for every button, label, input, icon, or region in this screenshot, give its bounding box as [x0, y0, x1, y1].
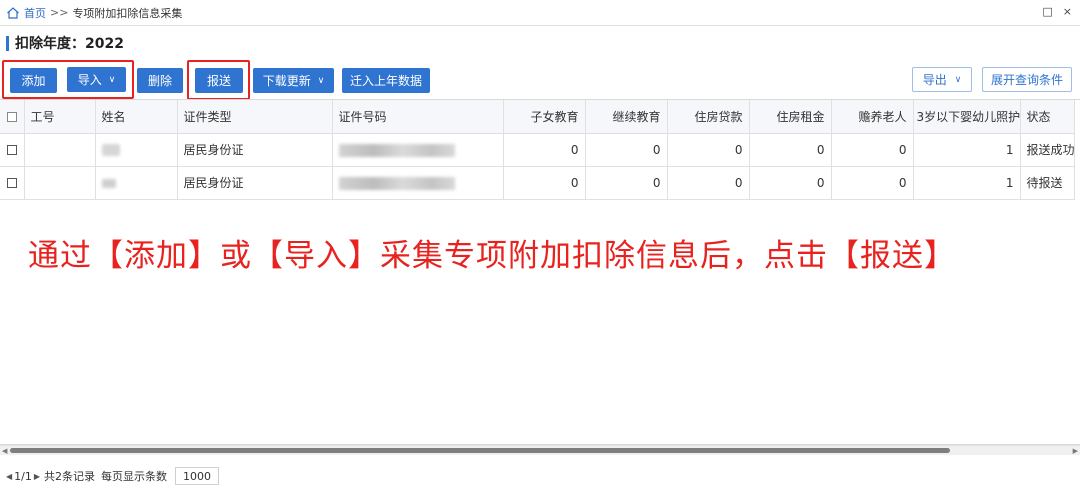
elderly-cell: 0 — [831, 133, 914, 167]
pagination: ◀ 1/1 ▶ 共2条记录 每页显示条数 — [4, 466, 220, 486]
infant-care-cell: 1 — [913, 166, 1021, 200]
status-cell: 待报送 — [1020, 166, 1075, 200]
id-number-cell — [332, 166, 504, 200]
total-records: 共2条记录 — [44, 470, 96, 483]
table-row[interactable]: 居民身份证 0 0 0 0 0 1 待报送 — [0, 166, 1075, 200]
title-accent-bar — [6, 35, 9, 51]
chevron-down-icon: ∨ — [317, 75, 325, 86]
breadcrumb-current: 专项附加扣除信息采集 — [72, 6, 183, 20]
close-icon[interactable]: × — [1063, 5, 1072, 18]
table-header-row: 工号 姓名 证件类型 证件号码 子女教育 继续教育 住房贷款 住房租金 赡养老人… — [0, 100, 1075, 134]
redacted-name — [101, 178, 116, 188]
column-header[interactable]: 住房贷款 — [667, 100, 750, 134]
restore-icon[interactable]: □ — [1042, 5, 1052, 18]
row-checkbox[interactable] — [6, 178, 17, 188]
import-button-label: 导入 — [77, 73, 102, 87]
deduction-year-label: 扣除年度：2022 — [15, 36, 124, 52]
row-checkbox[interactable] — [6, 145, 17, 155]
home-icon[interactable] — [6, 6, 20, 20]
report-button-label: 报送 — [206, 74, 231, 88]
page-size-input[interactable] — [175, 467, 220, 485]
download-update-label: 下载更新 — [262, 74, 311, 88]
page-indicator: 1/1 — [14, 469, 32, 483]
housing-rent-cell: 0 — [749, 133, 832, 167]
download-update-button[interactable]: 下载更新 ∨ — [253, 68, 334, 93]
table-row[interactable]: 居民身份证 0 0 0 0 0 1 报送成功 — [0, 133, 1075, 167]
horizontal-scrollbar[interactable]: ◀ ▶ — [0, 445, 1080, 455]
cont-edu-cell: 0 — [585, 166, 668, 200]
migrate-last-year-label: 迁入上年数据 — [349, 74, 422, 88]
scroll-left-icon[interactable]: ◀ — [2, 447, 7, 455]
child-edu-cell: 0 — [503, 133, 586, 167]
column-header[interactable]: 证件类型 — [177, 100, 333, 134]
delete-button-label: 删除 — [147, 74, 172, 88]
report-button[interactable]: 报送 — [195, 68, 243, 93]
next-page-icon[interactable]: ▶ — [34, 472, 40, 481]
chevron-down-icon: ∨ — [108, 74, 116, 85]
scrollbar-thumb[interactable] — [10, 448, 950, 453]
column-header[interactable]: 继续教育 — [585, 100, 668, 134]
delete-button[interactable]: 删除 — [137, 68, 183, 93]
add-button-label: 添加 — [21, 74, 46, 88]
cont-edu-cell: 0 — [585, 133, 668, 167]
status-cell: 报送成功 — [1020, 133, 1075, 167]
housing-loan-cell: 0 — [667, 133, 750, 167]
add-button[interactable]: 添加 — [10, 68, 57, 93]
housing-loan-cell: 0 — [667, 166, 750, 200]
child-edu-cell: 0 — [503, 166, 586, 200]
expand-query-label: 展开查询条件 — [990, 73, 1063, 87]
per-page-label: 每页显示条数 — [101, 470, 168, 483]
column-header[interactable]: 证件号码 — [332, 100, 504, 134]
column-header[interactable]: 住房租金 — [749, 100, 832, 134]
instruction-annotation: 通过【添加】或【导入】采集专项附加扣除信息后，点击【报送】 — [28, 238, 956, 274]
id-number-cell — [332, 133, 504, 167]
housing-rent-cell: 0 — [749, 166, 832, 200]
window-controls: □ × — [1042, 5, 1072, 18]
column-header[interactable]: 3岁以下婴幼儿照护 — [913, 100, 1021, 134]
prev-page-icon[interactable]: ◀ — [6, 472, 12, 481]
id-type-cell: 居民身份证 — [177, 133, 333, 167]
name-cell — [95, 133, 178, 167]
emp-no-cell — [24, 166, 96, 200]
select-all-checkbox[interactable] — [6, 111, 17, 122]
redacted-id-number — [338, 143, 455, 157]
column-header[interactable]: 姓名 — [95, 100, 178, 134]
page-title: 扣除年度：2022 — [6, 33, 124, 53]
export-button-label: 导出 — [922, 73, 947, 87]
select-all-cell — [0, 100, 25, 134]
column-header[interactable]: 赡养老人 — [831, 100, 914, 134]
expand-query-button[interactable]: 展开查询条件 — [982, 67, 1072, 92]
name-cell — [95, 166, 178, 200]
row-select-cell — [0, 133, 25, 167]
breadcrumb: 首页 >> 专项附加扣除信息采集 □ × — [0, 0, 1080, 26]
id-type-cell: 居民身份证 — [177, 166, 333, 200]
column-header[interactable]: 状态 — [1020, 100, 1075, 134]
column-header[interactable]: 工号 — [24, 100, 96, 134]
column-header[interactable]: 子女教育 — [503, 100, 586, 134]
chevron-down-icon: ∨ — [954, 74, 962, 85]
toolbar: 添加 导入 ∨ 删除 报送 下载更新 ∨ 迁入上年数据 导出 ∨ 展开查询条件 — [0, 59, 1080, 100]
emp-no-cell — [24, 133, 96, 167]
redacted-id-number — [338, 176, 455, 190]
infant-care-cell: 1 — [913, 133, 1021, 167]
elderly-cell: 0 — [831, 166, 914, 200]
row-select-cell — [0, 166, 25, 200]
migrate-last-year-button[interactable]: 迁入上年数据 — [342, 68, 430, 93]
breadcrumb-separator: >> — [50, 6, 69, 19]
export-button[interactable]: 导出 ∨ — [912, 67, 972, 92]
scroll-right-icon[interactable]: ▶ — [1073, 447, 1078, 455]
import-button[interactable]: 导入 ∨ — [67, 67, 126, 92]
redacted-name — [101, 144, 120, 156]
breadcrumb-home-link[interactable]: 首页 — [24, 5, 46, 21]
